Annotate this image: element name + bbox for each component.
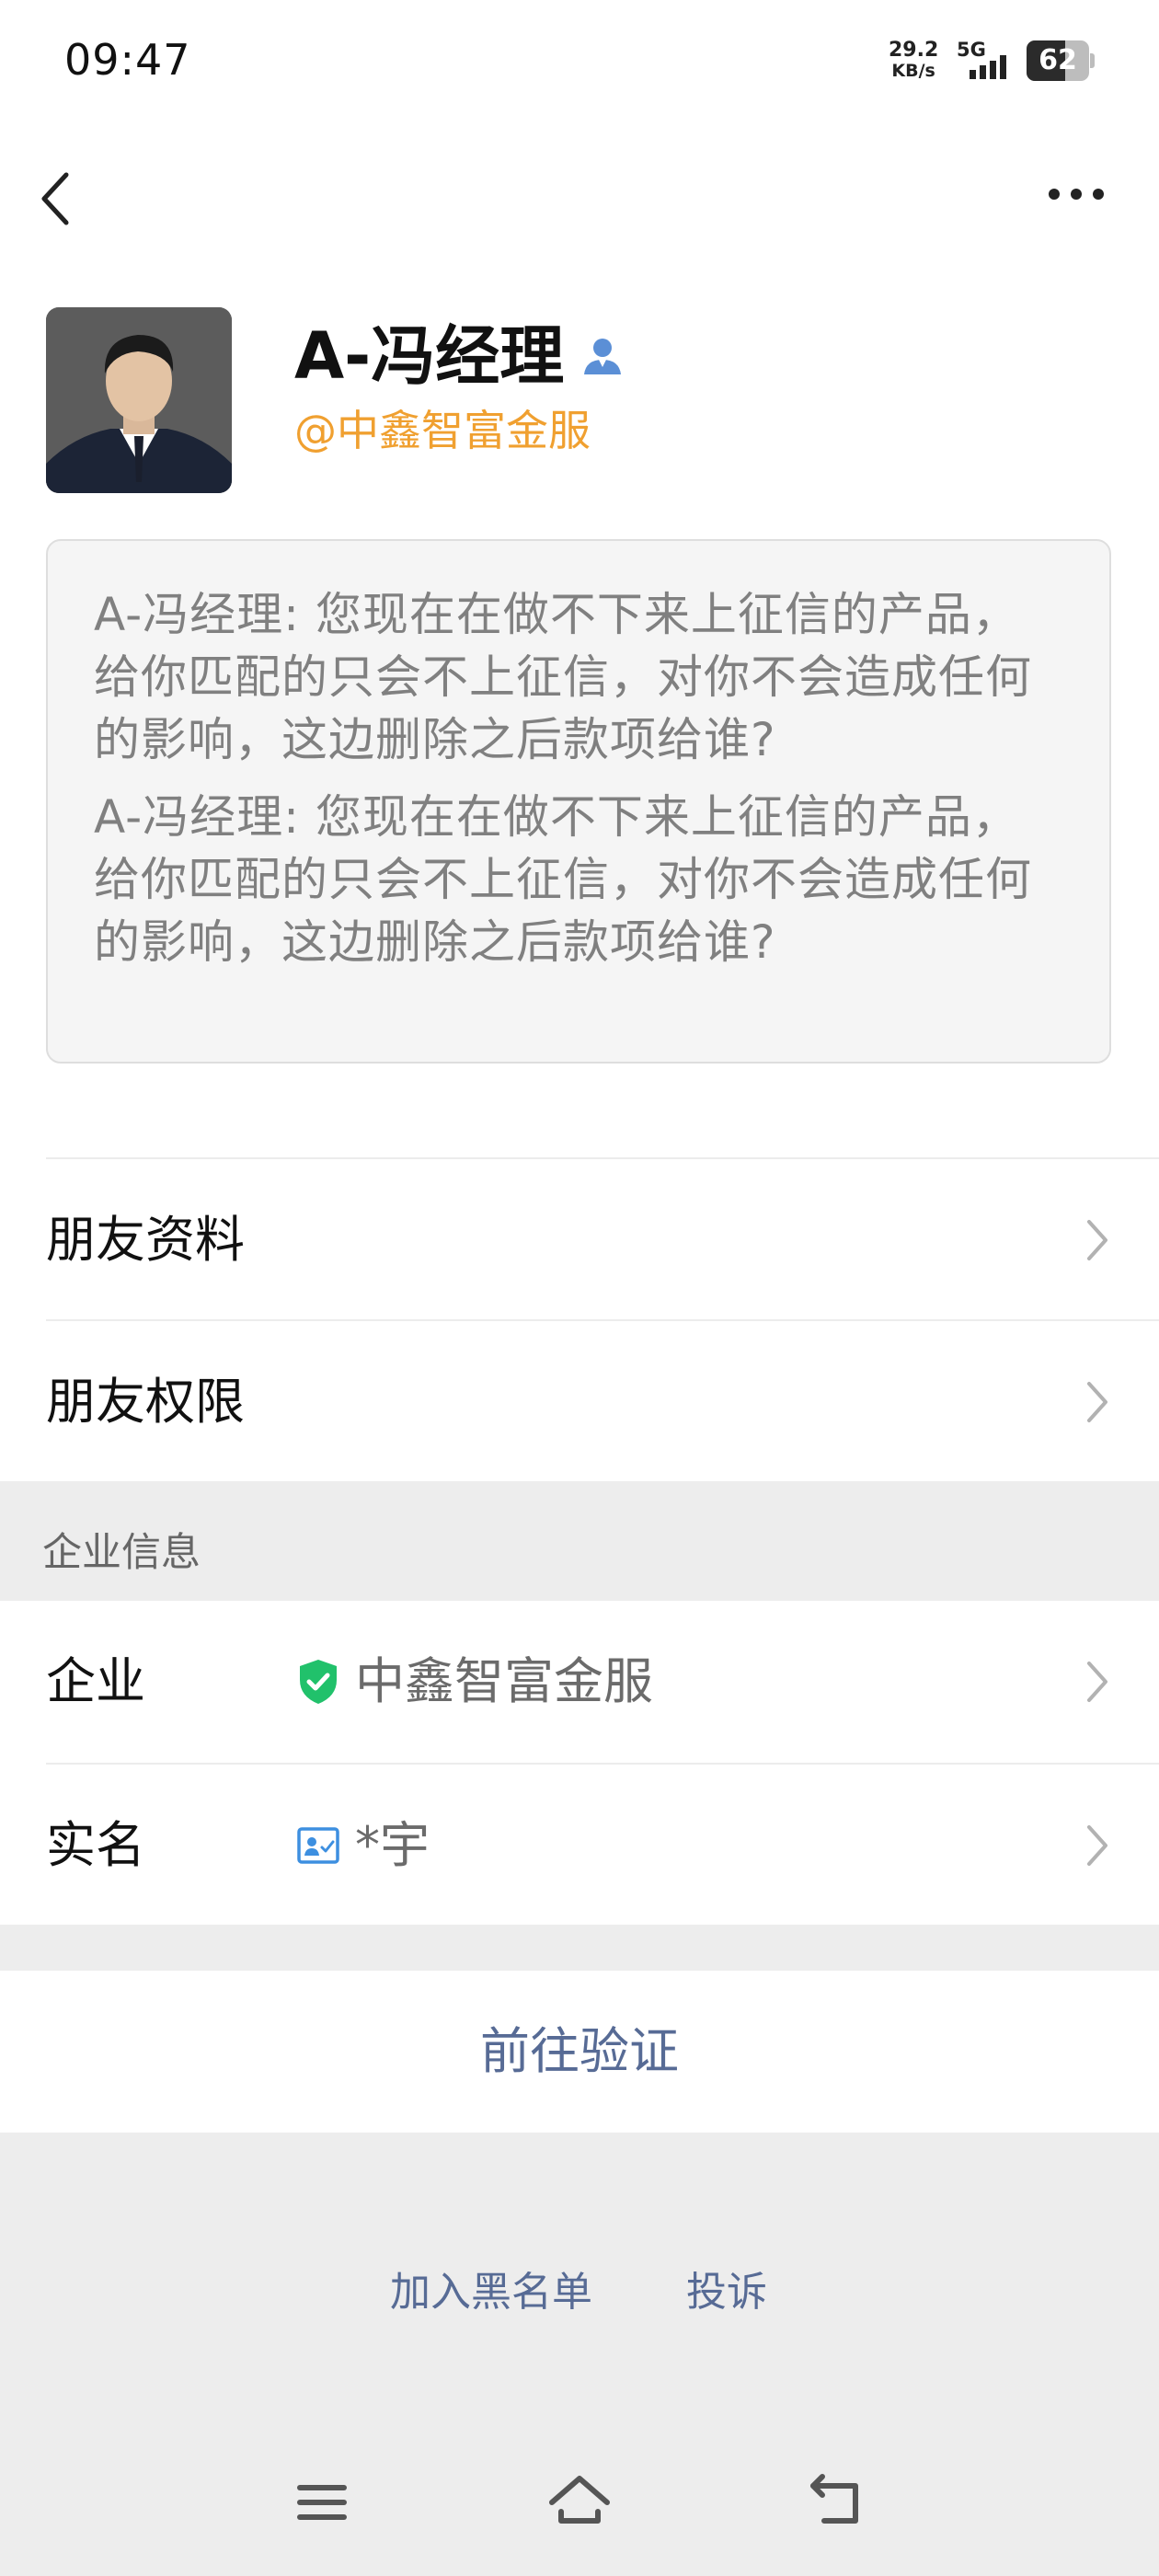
contact-person-icon bbox=[580, 334, 625, 378]
section-title: 企业信息 bbox=[42, 1530, 201, 1576]
menu-item-label: 朋友资料 bbox=[46, 1211, 245, 1269]
message-paragraph: A-冯经理: 您现在在做不下来上征信的产品，给你匹配的只会不上征信，对你不会造成… bbox=[94, 588, 1032, 766]
contact-profile-screen: 09:47 29.2 KB/s 5G 62 A-冯经理 @中鑫智富金服 A-冯经… bbox=[0, 0, 1159, 2576]
company-handle[interactable]: @中鑫智富金服 bbox=[294, 401, 591, 460]
chevron-right-icon bbox=[1084, 1823, 1111, 1868]
chevron-right-icon bbox=[1084, 1218, 1111, 1262]
system-nav-bar bbox=[0, 2466, 1159, 2558]
real-name-row[interactable]: 实名 *宇 bbox=[46, 1763, 1159, 1925]
section-header-enterprise: 企业信息 bbox=[0, 1481, 1159, 1601]
chevron-left-icon[interactable] bbox=[31, 162, 86, 236]
chevron-right-icon bbox=[1084, 1660, 1111, 1704]
signal-strength-icon: 5G bbox=[957, 39, 1017, 85]
profile-section: A-冯经理 @中鑫智富金服 A-冯经理: 您现在在做不下来上征信的产品，给你匹配… bbox=[0, 125, 1159, 1481]
id-card-icon bbox=[296, 1822, 340, 1869]
enterprise-info-block: 企业 中鑫智富金服 实名 *宇 bbox=[0, 1601, 1159, 1925]
info-key: 实名 bbox=[46, 1816, 145, 1874]
message-box: A-冯经理: 您现在在做不下来上征信的产品，给你匹配的只会不上征信，对你不会造成… bbox=[46, 539, 1111, 1064]
battery-level: 62 bbox=[1039, 44, 1077, 76]
add-to-blacklist-link[interactable]: 加入黑名单 bbox=[390, 2265, 592, 2320]
menu-item-label: 朋友权限 bbox=[46, 1373, 245, 1431]
report-link[interactable]: 投诉 bbox=[686, 2265, 767, 2320]
info-value: 中鑫智富金服 bbox=[355, 1652, 653, 1710]
back-arrow-icon[interactable] bbox=[800, 2466, 874, 2539]
message-paragraph: A-冯经理: 您现在在做不下来上征信的产品，给你匹配的只会不上征信，对你不会造成… bbox=[94, 790, 1032, 969]
info-value: *宇 bbox=[355, 1816, 430, 1874]
menu-item-friend-profile[interactable]: 朋友资料 bbox=[46, 1157, 1159, 1319]
chevron-right-icon bbox=[1084, 1380, 1111, 1424]
more-horizontal-icon[interactable] bbox=[1039, 180, 1113, 208]
footer-links: 加入黑名单 投诉 bbox=[0, 2265, 1159, 2329]
info-key: 企业 bbox=[46, 1652, 145, 1710]
menu-icon[interactable] bbox=[285, 2466, 359, 2539]
battery-icon: 62 bbox=[1027, 40, 1095, 81]
avatar[interactable] bbox=[46, 307, 232, 493]
name-row: A-冯经理 bbox=[294, 315, 625, 397]
network-speed: 29.2 KB/s bbox=[889, 39, 939, 82]
status-time: 09:47 bbox=[64, 35, 191, 85]
enterprise-row[interactable]: 企业 中鑫智富金服 bbox=[46, 1601, 1159, 1761]
display-name: A-冯经理 bbox=[294, 318, 565, 394]
menu-item-friend-permissions[interactable]: 朋友权限 bbox=[46, 1319, 1159, 1481]
network-speed-unit: KB/s bbox=[891, 61, 935, 81]
home-icon[interactable] bbox=[543, 2466, 616, 2539]
network-speed-value: 29.2 bbox=[889, 39, 939, 62]
shield-check-icon bbox=[296, 1658, 340, 1706]
status-bar: 09:47 29.2 KB/s 5G 62 bbox=[0, 0, 1159, 125]
verify-bar: 前往验证 bbox=[0, 1971, 1159, 2133]
verify-button[interactable]: 前往验证 bbox=[0, 2018, 1159, 2085]
